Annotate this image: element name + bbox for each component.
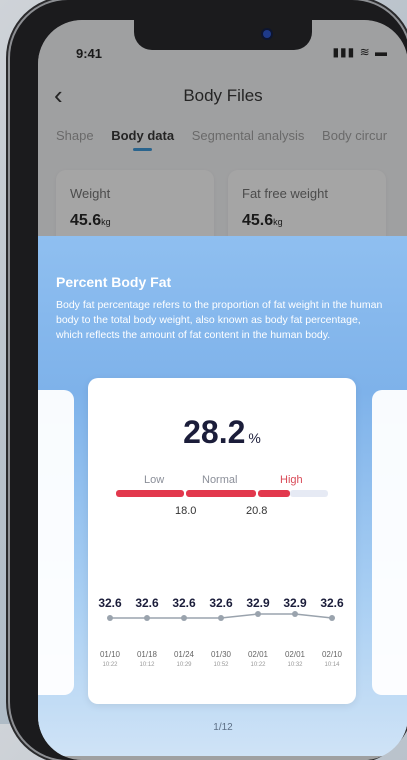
trend-point-date: 02/01 10:32 [284,650,306,668]
threshold-high: 20.8 [246,505,268,517]
trend-point-value: 32.6 [209,596,233,610]
percent-body-fat-sheet: Percent Body Fat Body fat percentage ref… [38,236,407,756]
trend-point[interactable] [144,615,150,621]
next-card[interactable] [372,390,407,695]
trend-point[interactable] [107,615,113,621]
trend-point-date: 01/18 10:12 [136,650,158,668]
range-bar-normal [186,490,256,497]
body-fat-value: 28.2% [183,414,261,450]
range-normal-label: Normal [202,474,238,486]
range-bar-high-empty [290,490,328,497]
sheet-title: Percent Body Fat [56,274,172,290]
previous-card[interactable] [38,390,74,695]
trend-point[interactable] [292,611,298,617]
range-high-label: High [280,474,303,486]
threshold-low: 18.0 [175,505,197,517]
trend-point-date: 01/30 10:52 [210,650,232,668]
trend-point[interactable] [218,615,224,621]
trend-point-date: 01/10 10:22 [99,650,121,668]
range-bar-low [116,490,184,497]
sheet-description: Body fat percentage refers to the propor… [56,299,383,341]
notch [134,20,312,50]
range-low-label: Low [144,474,165,486]
metric-detail-card: 28.2% Low Normal High 18.0 20.8 32.6 01/1… [88,378,356,704]
screen: 9:41 ▮▮▮ ≋ ▬ ‹ Body Files Shape Body dat… [38,20,407,760]
trend-point-date: 02/01 10:22 [247,650,269,668]
trend-point-date: 02/10 10:14 [321,650,343,668]
trend-point-value: 32.6 [135,596,159,610]
phone-frame: 9:41 ▮▮▮ ≋ ▬ ‹ Body Files Shape Body dat… [10,0,407,760]
trend-point[interactable] [181,615,187,621]
trend-point[interactable] [329,615,335,621]
trend-point-value: 32.9 [246,596,270,610]
trend-point-value: 32.6 [320,596,344,610]
camera-icon [263,30,271,38]
trend-point[interactable] [255,611,261,617]
range-bar-high-filled [258,490,290,497]
trend-point-value: 32.9 [283,596,307,610]
trend-point-value: 32.6 [172,596,196,610]
trend-point-value: 32.6 [98,596,122,610]
trend-point-date: 01/24 10:29 [173,650,195,668]
